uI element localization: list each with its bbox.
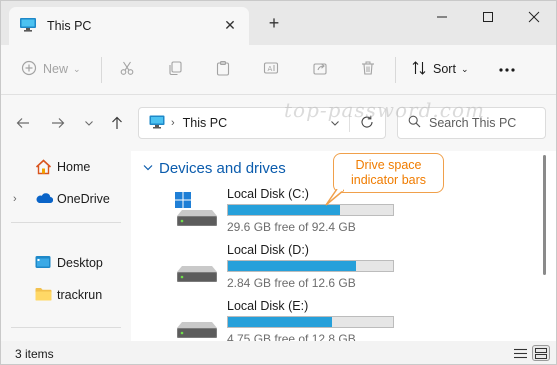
group-title: Devices and drives: [159, 160, 286, 177]
desktop-icon: [35, 255, 51, 272]
delete-button[interactable]: [360, 54, 376, 84]
chevron-down-icon: [143, 163, 153, 175]
nav-item-label: trackrun: [57, 288, 103, 302]
drive-d[interactable]: Local Disk (D:) 2.84 GB free of 12.6 GB: [175, 243, 405, 293]
scrollbar[interactable]: [543, 155, 546, 275]
nav-item-label: OneDrive: [57, 192, 110, 206]
new-tab-button[interactable]: +: [264, 13, 284, 33]
callout-line-1: Drive space: [355, 158, 422, 172]
chevron-down-icon: ⌄: [460, 63, 469, 74]
command-bar: New ⌄ A Sort ⌄: [1, 45, 556, 95]
rename-icon: A: [263, 60, 279, 79]
drive-name: Local Disk (C:): [227, 187, 309, 201]
delete-icon: [360, 60, 376, 79]
more-icon: [498, 62, 516, 76]
cut-icon: [119, 60, 135, 79]
forward-button[interactable]: [48, 113, 68, 133]
status-bar: 3 items: [1, 341, 556, 364]
arrow-up-icon: [112, 116, 122, 129]
group-header[interactable]: Devices and drives: [143, 160, 286, 177]
drive-space-fill: [228, 261, 356, 271]
file-explorer-window: This PC ✕ + New ⌄ A Sort ⌄ › This PC Sea…: [0, 0, 557, 365]
drive-name: Local Disk (D:): [227, 243, 309, 257]
drive-icon: [175, 248, 219, 291]
folder-icon: [35, 287, 52, 304]
drive-space-bar: [227, 316, 394, 328]
new-label: New: [43, 62, 69, 76]
details-view-button[interactable]: [511, 345, 529, 361]
share-icon: [312, 60, 328, 79]
navigation-pane: Home › OneDrive Desktop trackrun: [1, 151, 131, 341]
monitor-icon: [149, 115, 165, 132]
nav-item-onedrive[interactable]: › OneDrive: [1, 187, 131, 211]
sort-label: Sort: [433, 62, 456, 76]
tab-this-pc[interactable]: This PC ✕: [9, 7, 249, 45]
breadcrumb-this-pc[interactable]: This PC: [183, 116, 227, 130]
divider: [395, 57, 396, 83]
item-count: 3 items: [15, 347, 54, 361]
nav-item-trackrun[interactable]: trackrun: [1, 283, 131, 307]
share-button[interactable]: [312, 54, 328, 84]
onedrive-icon: [35, 191, 54, 208]
copy-icon: [167, 60, 183, 79]
system-drive-icon: [175, 192, 219, 235]
arrow-left-icon: [16, 118, 29, 128]
up-button[interactable]: [107, 113, 127, 133]
drive-free-space: 29.6 GB free of 92.4 GB: [227, 220, 356, 234]
window-close-icon[interactable]: [511, 1, 556, 33]
divider: [11, 222, 121, 223]
tab-strip: This PC ✕ +: [1, 1, 556, 45]
new-button[interactable]: New ⌄: [21, 54, 81, 84]
drive-space-bar: [227, 204, 394, 216]
svg-text:A: A: [268, 65, 273, 73]
back-button[interactable]: [13, 113, 33, 133]
sort-icon: [411, 60, 427, 79]
chevron-right-icon[interactable]: ›: [13, 193, 17, 205]
chevron-down-icon: ⌄: [73, 63, 81, 74]
nav-item-home[interactable]: Home: [1, 155, 131, 179]
nav-item-label: Home: [57, 160, 91, 174]
nav-item-label: Desktop: [57, 256, 103, 270]
plus-circle-icon: [21, 60, 37, 79]
drive-space-fill: [228, 317, 332, 327]
tiles-view-icon: [535, 347, 547, 359]
divider: [101, 57, 102, 83]
more-options-button[interactable]: [498, 54, 516, 84]
arrow-right-icon: [52, 118, 65, 128]
nav-item-desktop[interactable]: Desktop: [1, 251, 131, 275]
chevron-right-icon: ›: [171, 117, 175, 129]
divider: [11, 327, 121, 328]
watermark: top-password.com: [284, 98, 485, 122]
paste-button[interactable]: [215, 54, 231, 84]
callout-pointer: [325, 189, 344, 206]
close-icon[interactable]: ✕: [223, 18, 237, 32]
rename-button[interactable]: A: [263, 54, 279, 84]
tiles-view-button[interactable]: [532, 345, 550, 361]
home-icon: [35, 159, 52, 178]
minimize-icon[interactable]: [419, 1, 465, 33]
monitor-icon: [19, 17, 37, 36]
drive-space-bar: [227, 260, 394, 272]
drive-name: Local Disk (E:): [227, 299, 309, 313]
paste-icon: [215, 60, 231, 79]
cut-button[interactable]: [119, 54, 135, 84]
chevron-down-icon: [85, 121, 93, 126]
tab-title: This PC: [47, 19, 92, 33]
drive-c[interactable]: Local Disk (C:) 29.6 GB free of 92.4 GB: [175, 187, 405, 237]
callout-annotation: Drive space indicator bars: [333, 153, 444, 193]
copy-button[interactable]: [167, 54, 183, 84]
drive-free-space: 2.84 GB free of 12.6 GB: [227, 276, 356, 290]
recent-locations-button[interactable]: [79, 113, 99, 133]
callout-line-2: indicator bars: [350, 173, 427, 187]
maximize-icon[interactable]: [465, 1, 511, 33]
details-view-icon: [513, 348, 527, 358]
sort-button[interactable]: Sort ⌄: [411, 54, 468, 84]
